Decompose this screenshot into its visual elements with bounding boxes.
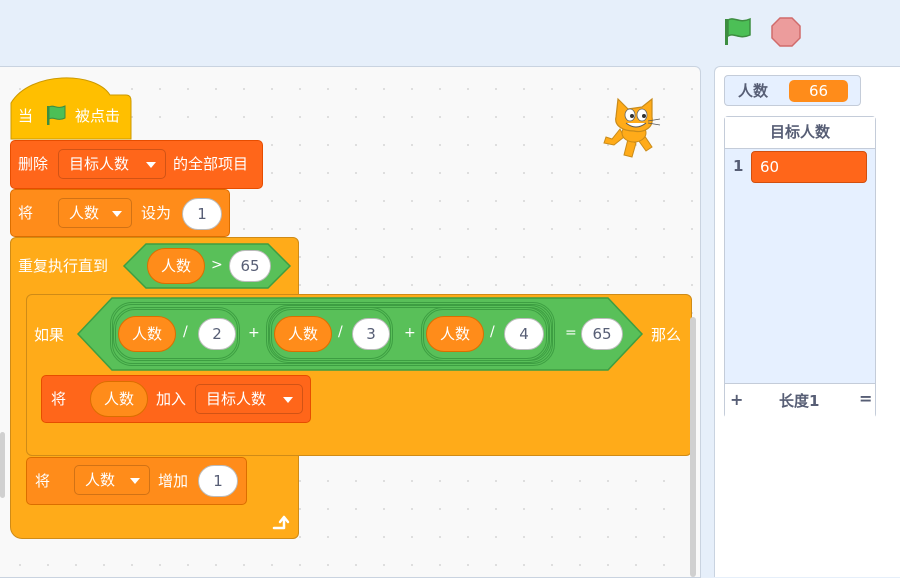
top-bar [0, 0, 900, 66]
var-reporter[interactable]: 人数 [90, 381, 148, 417]
green-flag-icon [47, 105, 66, 125]
value-input[interactable]: 4 [504, 318, 544, 350]
chevron-down-icon [112, 211, 122, 217]
stage[interactable]: 人数 66 目标人数 1 60 + 长度1 = [714, 66, 900, 577]
add-mid: 加入 [156, 390, 187, 408]
delete-suffix: 的全部项目 [173, 155, 249, 173]
delete-prefix: 删除 [18, 155, 49, 173]
value-input[interactable]: 65 [581, 318, 623, 350]
stop-icon[interactable] [770, 16, 802, 48]
gt-operator: > [211, 257, 223, 273]
list-title: 目标人数 [725, 117, 875, 149]
value-input[interactable]: 3 [352, 318, 390, 350]
chevron-down-icon [146, 162, 156, 168]
var-reporter[interactable]: 人数 [426, 316, 484, 352]
resize-handle[interactable]: = [859, 389, 872, 408]
list-item[interactable]: 60 [751, 151, 867, 183]
value-input[interactable]: 65 [229, 250, 271, 282]
hat-clicked: 被点击 [75, 107, 121, 125]
list-length: 长度1 [779, 392, 820, 410]
add-item-button[interactable]: + [730, 390, 743, 409]
equals-operator: = [565, 325, 577, 341]
then-label: 那么 [651, 326, 682, 344]
set-prefix: 将 [18, 204, 34, 222]
var-reporter[interactable]: 人数 [274, 316, 332, 352]
list-dropdown[interactable]: 目标人数 [58, 149, 166, 179]
green-flag-icon[interactable] [722, 15, 754, 47]
if-label: 如果 [34, 326, 65, 344]
hat-when: 当 [18, 107, 34, 125]
value-input[interactable]: 1 [182, 198, 222, 230]
value-input[interactable]: 2 [198, 318, 236, 350]
chevron-down-icon [130, 478, 140, 484]
plus-operator: + [404, 325, 416, 341]
set-mid: 设为 [141, 204, 172, 222]
add-prefix: 将 [51, 390, 67, 408]
monitor-label: 人数 [738, 82, 769, 100]
repeat-until-label: 重复执行直到 [18, 257, 109, 275]
var-dropdown[interactable]: 人数 [58, 198, 132, 228]
list-dropdown[interactable]: 目标人数 [195, 384, 303, 414]
change-prefix: 将 [35, 472, 51, 490]
left-scrollbar[interactable] [0, 432, 5, 498]
monitor-value: 66 [789, 80, 848, 102]
change-mid: 增加 [158, 472, 189, 490]
list-footer: + 长度1 = [725, 383, 875, 418]
list-item-index: 1 [733, 157, 744, 175]
var-reporter[interactable]: 人数 [147, 248, 205, 284]
list-monitor[interactable]: 目标人数 1 60 + 长度1 = [724, 116, 876, 418]
loop-arrow-icon [272, 515, 290, 530]
var-reporter[interactable]: 人数 [118, 316, 176, 352]
sprite-cat-icon[interactable] [598, 95, 676, 169]
code-area[interactable]: 重复执行直到 人数 > 65 如果 那么 人数 / 2 + 人数 / 3 + 人… [0, 66, 701, 578]
variable-monitor[interactable]: 人数 66 [724, 75, 861, 106]
div-operator: / [183, 324, 188, 340]
vertical-scrollbar[interactable] [690, 317, 696, 577]
var-dropdown[interactable]: 人数 [74, 465, 150, 495]
div-operator: / [338, 324, 343, 340]
plus-operator: + [248, 325, 260, 341]
chevron-down-icon [283, 397, 293, 403]
div-operator: / [490, 324, 495, 340]
value-input[interactable]: 1 [198, 465, 238, 497]
